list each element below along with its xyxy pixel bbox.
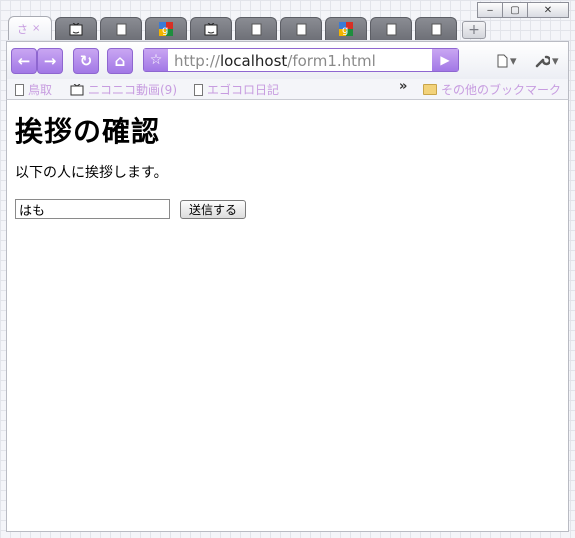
url-path: /form1.html [287, 52, 376, 70]
tab-active[interactable]: さ × [8, 16, 52, 40]
other-bookmarks-label: その他のブックマーク [441, 83, 562, 97]
tv-icon [204, 22, 218, 35]
name-input[interactable] [15, 199, 170, 219]
page-icon [194, 83, 203, 96]
arrow-right-icon: → [43, 52, 57, 70]
tv-icon [69, 22, 83, 35]
bookmark-item[interactable]: ニコニコ動画(9) [70, 81, 177, 98]
browser-window: ‒ ▢ ✕ さ × g g + ← → ↻ ⌂ ☆ http://localho… [0, 0, 575, 538]
tab-title: さ [17, 22, 28, 36]
close-button[interactable]: ✕ [528, 2, 569, 18]
tab-strip: さ × g g + [8, 16, 486, 41]
submit-button[interactable]: 送信する [180, 200, 247, 219]
bookmark-item[interactable]: 鳥取 [15, 81, 52, 98]
svg-text:g: g [342, 25, 348, 36]
reload-icon: ↻ [79, 52, 93, 70]
tab[interactable] [100, 17, 142, 40]
reload-button[interactable]: ↻ [73, 48, 99, 74]
star-icon: ☆ [149, 52, 163, 68]
url-host: localhost [219, 52, 288, 70]
page-title: 挨拶の確認 [15, 115, 161, 148]
bookmark-item[interactable]: エゴコロ日記 [194, 81, 279, 98]
page-content: 挨拶の確認 以下の人に挨拶します。 送信する [6, 100, 569, 532]
page-icon [296, 23, 306, 35]
url-text[interactable]: http://localhost/form1.html [174, 52, 376, 70]
page-description: 以下の人に挨拶します。 [15, 165, 168, 181]
tab-close-icon[interactable]: × [32, 23, 40, 34]
tab[interactable]: g [145, 17, 187, 40]
google-icon: g [159, 22, 173, 36]
bookmarks-bar: 鳥取 ニコニコ動画(9) エゴコロ日記 » その他のブックマーク [6, 79, 569, 100]
address-bar[interactable]: ☆ http://localhost/form1.html ▶ [143, 48, 459, 72]
page-icon [497, 54, 508, 68]
tab[interactable] [280, 17, 322, 40]
home-icon: ⌂ [114, 52, 126, 70]
url-scheme: http:// [174, 52, 220, 70]
window-controls: ‒ ▢ ✕ [477, 2, 569, 18]
bookmark-star-button[interactable]: ☆ [144, 49, 168, 71]
page-icon [431, 23, 441, 35]
chevron-down-icon: ▾ [552, 53, 559, 69]
tools-menu-button[interactable]: ▾ [535, 51, 559, 71]
tab[interactable] [370, 17, 412, 40]
chevron-down-icon: ▾ [510, 53, 517, 69]
other-bookmarks[interactable]: その他のブックマーク [423, 81, 561, 98]
bookmark-label: 鳥取 [28, 83, 53, 97]
back-button[interactable]: ← [11, 48, 37, 74]
bookmark-label: ニコニコ動画(9) [88, 83, 177, 97]
tab[interactable]: g [325, 17, 367, 40]
page-menu-button[interactable]: ▾ [497, 51, 517, 71]
wrench-icon [535, 55, 550, 68]
tab[interactable] [55, 17, 97, 40]
arrow-left-icon: ← [17, 52, 31, 70]
tab[interactable] [415, 17, 457, 40]
google-icon: g [339, 22, 353, 36]
toolbar: ← → ↻ ⌂ ☆ http://localhost/form1.html ▶ … [6, 41, 569, 79]
page-icon [15, 83, 24, 96]
page-icon [386, 23, 396, 35]
new-tab-button[interactable]: + [462, 21, 486, 39]
minimize-button[interactable]: ‒ [477, 2, 503, 18]
page-icon [251, 23, 261, 35]
forward-button[interactable]: → [37, 48, 63, 74]
svg-text:g: g [162, 25, 168, 36]
bookmark-label: エゴコロ日記 [207, 83, 280, 97]
folder-icon [423, 84, 437, 95]
tab[interactable] [235, 17, 277, 40]
home-button[interactable]: ⌂ [107, 48, 133, 74]
tv-icon [70, 83, 84, 95]
play-icon: ▶ [440, 53, 450, 67]
page-icon [116, 23, 126, 35]
maximize-button[interactable]: ▢ [503, 2, 528, 18]
plus-icon: + [468, 22, 480, 38]
tab[interactable] [190, 17, 232, 40]
go-button[interactable]: ▶ [432, 49, 458, 71]
bookmarks-overflow-button[interactable]: » [399, 79, 407, 94]
